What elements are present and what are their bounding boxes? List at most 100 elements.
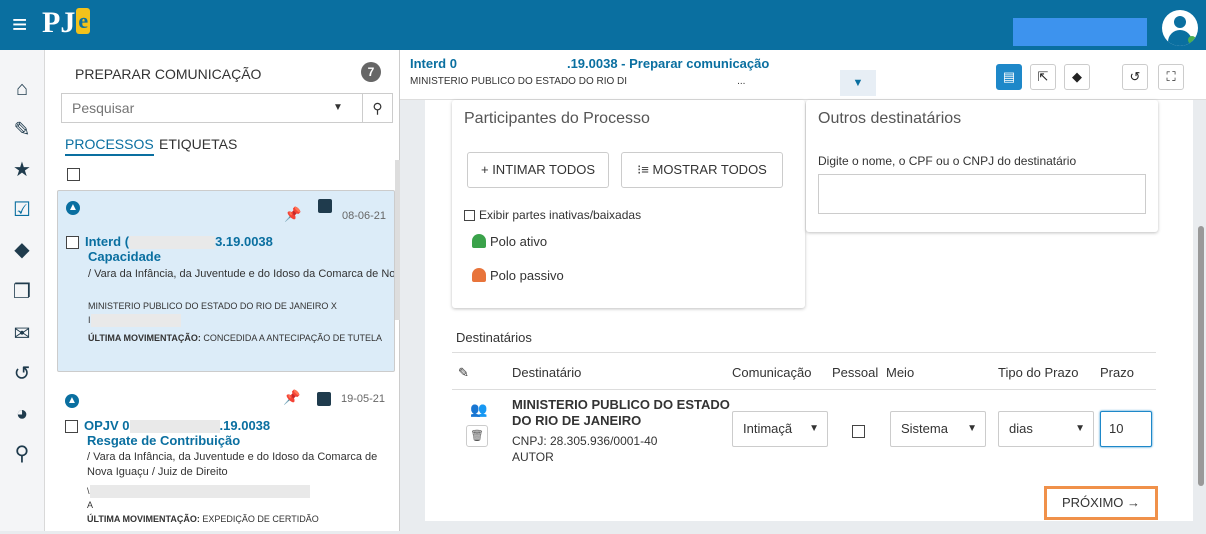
trash-icon[interactable]: 🗑 xyxy=(466,425,488,447)
menu-icon[interactable]: ≡ xyxy=(12,10,27,38)
tab-processos[interactable]: PROCESSOS xyxy=(65,136,154,156)
polo-ativo-node[interactable]: Polo ativo xyxy=(472,234,547,249)
share-icon[interactable]: ⇱ xyxy=(1030,64,1056,90)
last-movement: ÚLTIMA MOVIMENTAÇÃO: EXPEDIÇÃO DE CERTID… xyxy=(87,512,387,527)
tipo-prazo-select[interactable]: dias ▼ xyxy=(998,411,1094,447)
tab-etiquetas[interactable]: ETIQUETAS xyxy=(159,136,237,152)
comunicacao-value: Intimaçã xyxy=(743,421,793,436)
user-name-bar[interactable] xyxy=(1013,18,1147,46)
pencil-icon[interactable]: ✎ xyxy=(8,116,36,144)
num-part-a: OPJV 0 xyxy=(84,418,130,433)
user-avatar-icon[interactable] xyxy=(1162,10,1198,46)
chevron-down-icon: ▼ xyxy=(1075,423,1085,434)
mov-label: ÚLTIMA MOVIMENTAÇÃO: xyxy=(87,514,200,524)
pin-icon[interactable]: 📌 xyxy=(283,390,300,405)
recipient-role: AUTOR xyxy=(512,450,554,464)
chevron-down-icon: ▼ xyxy=(809,423,819,434)
process-card[interactable]: ▲ 📌 08-06-21 Interd (3.19.0038 Capacidad… xyxy=(57,190,395,372)
group-icon: 👥 xyxy=(470,401,488,417)
content-scrollbar[interactable] xyxy=(1198,226,1204,486)
process-class: Resgate de Contribuição xyxy=(87,433,241,448)
document-icon[interactable] xyxy=(317,392,331,406)
subtitle-ellipsis: ... xyxy=(737,76,746,87)
subtitle-text: MINISTERIO PUBLICO DO ESTADO DO RIO DI xyxy=(410,76,628,87)
tags-icon[interactable]: ◆ xyxy=(8,236,36,264)
col-pessoal: Pessoal xyxy=(832,365,879,380)
meio-select[interactable]: Sistema ▼ xyxy=(890,411,986,447)
process-title: Interd 0 .19.0038 - Preparar comunicação xyxy=(410,56,769,71)
expand-icon[interactable]: ▲ xyxy=(66,201,80,215)
title-part-a: Interd 0 xyxy=(410,56,457,71)
mov-text: CONCEDIDA A ANTECIPAÇÃO DE TUTELA xyxy=(203,333,383,343)
proximo-button[interactable]: PRÓXIMO → xyxy=(1044,486,1158,520)
search-icon[interactable]: ⚲ xyxy=(362,94,392,122)
prazo-input[interactable]: 10 xyxy=(1100,411,1152,447)
chevron-down-icon[interactable]: ▼ xyxy=(324,94,352,122)
count-badge: 7 xyxy=(361,62,381,82)
pessoal-checkbox[interactable] xyxy=(852,423,865,441)
row-divider xyxy=(452,389,1156,390)
list-title: PREPARAR COMUNICAÇÃO xyxy=(75,66,262,82)
edit-icon: ✎ xyxy=(458,365,469,380)
inactive-parties-label: Exibir partes inativas/baixadas xyxy=(479,208,642,222)
person-icon xyxy=(472,234,486,248)
history-icon[interactable]: ↺ xyxy=(1122,64,1148,90)
tipo-prazo-value: dias xyxy=(1009,421,1033,436)
search-icon[interactable]: ⚲ xyxy=(8,440,36,468)
col-comunicacao: Comunicação xyxy=(732,365,812,380)
col-destinatario: Destinatário xyxy=(512,365,582,380)
star-icon[interactable]: ★ xyxy=(8,156,36,184)
other-recipients-title: Outros destinatários xyxy=(818,110,962,127)
search-box: ▼ ⚲ xyxy=(61,93,393,123)
copy-icon[interactable]: ❐ xyxy=(8,278,36,306)
mail-icon[interactable]: ✉ xyxy=(8,320,36,348)
top-bar: ≡ PJ e xyxy=(0,0,1206,50)
expand-icon[interactable]: ▲ xyxy=(65,394,79,408)
recipient-info: CNPJ: 28.305.936/0001-40 AUTOR xyxy=(512,433,657,465)
fullscreen-icon[interactable]: ⛶ xyxy=(1158,64,1184,90)
col-tipo-prazo: Tipo do Prazo xyxy=(998,365,1079,380)
process-description: / Vara da Infância, da Juventude e do Id… xyxy=(88,268,395,280)
col-meio: Meio xyxy=(886,365,915,380)
process-subtitle: MINISTERIO PUBLICO DO ESTADO DO RIO DI..… xyxy=(410,76,745,87)
document-icon[interactable] xyxy=(318,199,332,213)
title-part-b: .19.0038 - Preparar comunicação xyxy=(566,56,770,71)
home-icon[interactable]: ⌂ xyxy=(8,75,36,103)
comunicacao-select[interactable]: Intimaçã ▼ xyxy=(732,411,828,447)
mostrar-todos-button[interactable]: ⁝≡ MOSTRAR TODOS xyxy=(621,152,783,188)
meio-value: Sistema xyxy=(901,421,948,436)
pje-logo[interactable]: PJ e xyxy=(42,6,91,40)
search-input[interactable] xyxy=(62,94,322,122)
history-icon[interactable]: ↺ xyxy=(8,360,36,388)
process-header: Interd 0.19.0038 - Preparar comunicação … xyxy=(400,50,1206,100)
checkbox-icon[interactable]: ☑ xyxy=(8,196,36,224)
left-nav: ⌂ ✎ ★ ☑ ◆ ❐ ✉ ↺ ◕ ⚲ xyxy=(0,50,45,531)
card-checkbox[interactable] xyxy=(66,236,79,250)
polo-passivo-node[interactable]: Polo passivo xyxy=(472,268,564,283)
process-description: / Vara da Infância, da Juventude e do Id… xyxy=(87,451,378,478)
chevron-down-icon[interactable]: ▼ xyxy=(840,70,876,96)
other-recipients-panel: Outros destinatários Digite o nome, o CP… xyxy=(806,100,1158,232)
recipients-title: Destinatários xyxy=(456,330,532,345)
process-parties: \ xyxy=(87,484,310,499)
card-date: 08-06-21 xyxy=(342,210,387,222)
pin-icon[interactable]: 📌 xyxy=(284,197,301,231)
mostrar-todos-label: MOSTRAR TODOS xyxy=(652,162,767,177)
recipient-search-input[interactable] xyxy=(818,174,1146,214)
pie-chart-icon[interactable]: ◕ xyxy=(8,400,36,428)
document-icon[interactable]: ▤ xyxy=(996,64,1022,90)
inactive-parties-toggle[interactable]: Exibir partes inativas/baixadas xyxy=(464,208,641,222)
num-part-b: 3.19.0038 xyxy=(215,234,273,249)
card-checkbox[interactable] xyxy=(65,420,78,434)
process-list-panel: PREPARAR COMUNICAÇÃO 7 ▼ ⚲ PROCESSOS ETI… xyxy=(45,50,400,531)
polo-ativo-label: Polo ativo xyxy=(490,234,548,249)
intimar-todos-button[interactable]: + INTIMAR TODOS xyxy=(467,152,609,188)
tag-icon[interactable]: ◆ xyxy=(1064,64,1090,90)
mov-label: ÚLTIMA MOVIMENTAÇÃO: xyxy=(88,333,201,343)
polo-passivo-label: Polo passivo xyxy=(490,268,564,283)
main-content: Participantes do Processo + INTIMAR TODO… xyxy=(400,100,1206,531)
process-card[interactable]: ▲ 📌 19-05-21 OPJV 0 .19.0038 Resgate de C… xyxy=(57,384,395,534)
select-all-checkbox[interactable] xyxy=(67,166,80,184)
redaction xyxy=(129,420,220,434)
process-number[interactable]: OPJV 0 .19.0038 xyxy=(65,418,270,434)
